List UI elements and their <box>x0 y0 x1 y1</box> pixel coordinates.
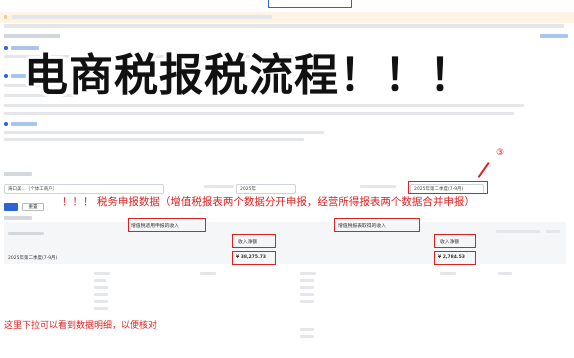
field-2[interactable]: 2025年 <box>236 184 296 194</box>
bullet-icon <box>4 122 8 126</box>
detail-label <box>300 272 316 275</box>
field-3-label <box>360 185 396 188</box>
notice-banner <box>0 12 574 23</box>
overlay-title: 电商税报税流程！！！ <box>24 50 474 101</box>
desc-link[interactable] <box>540 34 568 38</box>
field-2-label <box>204 185 234 188</box>
detail-label <box>300 328 314 331</box>
header-col <box>546 230 560 233</box>
field-1[interactable]: 海口美...（个体工商户） <box>4 184 164 194</box>
detail-label <box>300 300 314 303</box>
period-cell: 2025年第二季度(7-9月) <box>8 256 58 261</box>
detail-label <box>300 335 314 338</box>
header-col <box>496 230 540 233</box>
summary-amount-2: ¥ 2,784.53 <box>438 255 465 260</box>
detail-label <box>498 272 512 275</box>
desc-line <box>4 112 514 115</box>
detail-label <box>440 272 456 275</box>
query-button[interactable] <box>4 203 18 211</box>
header-period <box>8 232 44 235</box>
field-3-highlight-box <box>408 181 488 194</box>
annotation-bottom: 这里下拉可以看到数据明细，以便核对 <box>4 321 158 331</box>
detail-label <box>300 293 314 296</box>
detail-label <box>94 286 108 289</box>
reset-button[interactable]: 重置 <box>22 203 44 211</box>
annotation-main: ！！！ 税务申报数据（增值税报表两个数据分开申报，经营所得报表两个数据合并申报） <box>62 196 475 208</box>
detail-label <box>94 279 106 282</box>
detail-label <box>94 307 108 310</box>
bullet-icon <box>4 46 8 50</box>
top-tab-highlight[interactable] <box>268 0 352 8</box>
section-heading <box>11 122 37 126</box>
highlighted-header-1: 增值税适用申报的收入 <box>131 224 179 229</box>
detail-label <box>94 272 110 275</box>
desc-line <box>4 104 524 107</box>
table-header-bg <box>4 222 566 264</box>
summary-amount-1: ¥ 38,275.73 <box>236 255 267 260</box>
desc-header <box>4 34 60 38</box>
detail-label <box>300 286 314 289</box>
highlighted-header-2: 收入净额 <box>238 240 258 245</box>
bullet-icon <box>4 74 8 78</box>
desc-line <box>4 138 304 141</box>
highlighted-header-3: 增值税报表取得的收入 <box>338 224 386 229</box>
desc-line <box>4 131 324 134</box>
detail-label <box>94 300 108 303</box>
detail-label <box>94 293 108 296</box>
detail-label <box>300 279 314 282</box>
section-label <box>4 172 32 176</box>
highlighted-header-4: 收入净额 <box>440 240 460 245</box>
step-number: ③ <box>496 148 505 158</box>
detail-label <box>200 272 216 275</box>
table-label <box>4 216 32 220</box>
